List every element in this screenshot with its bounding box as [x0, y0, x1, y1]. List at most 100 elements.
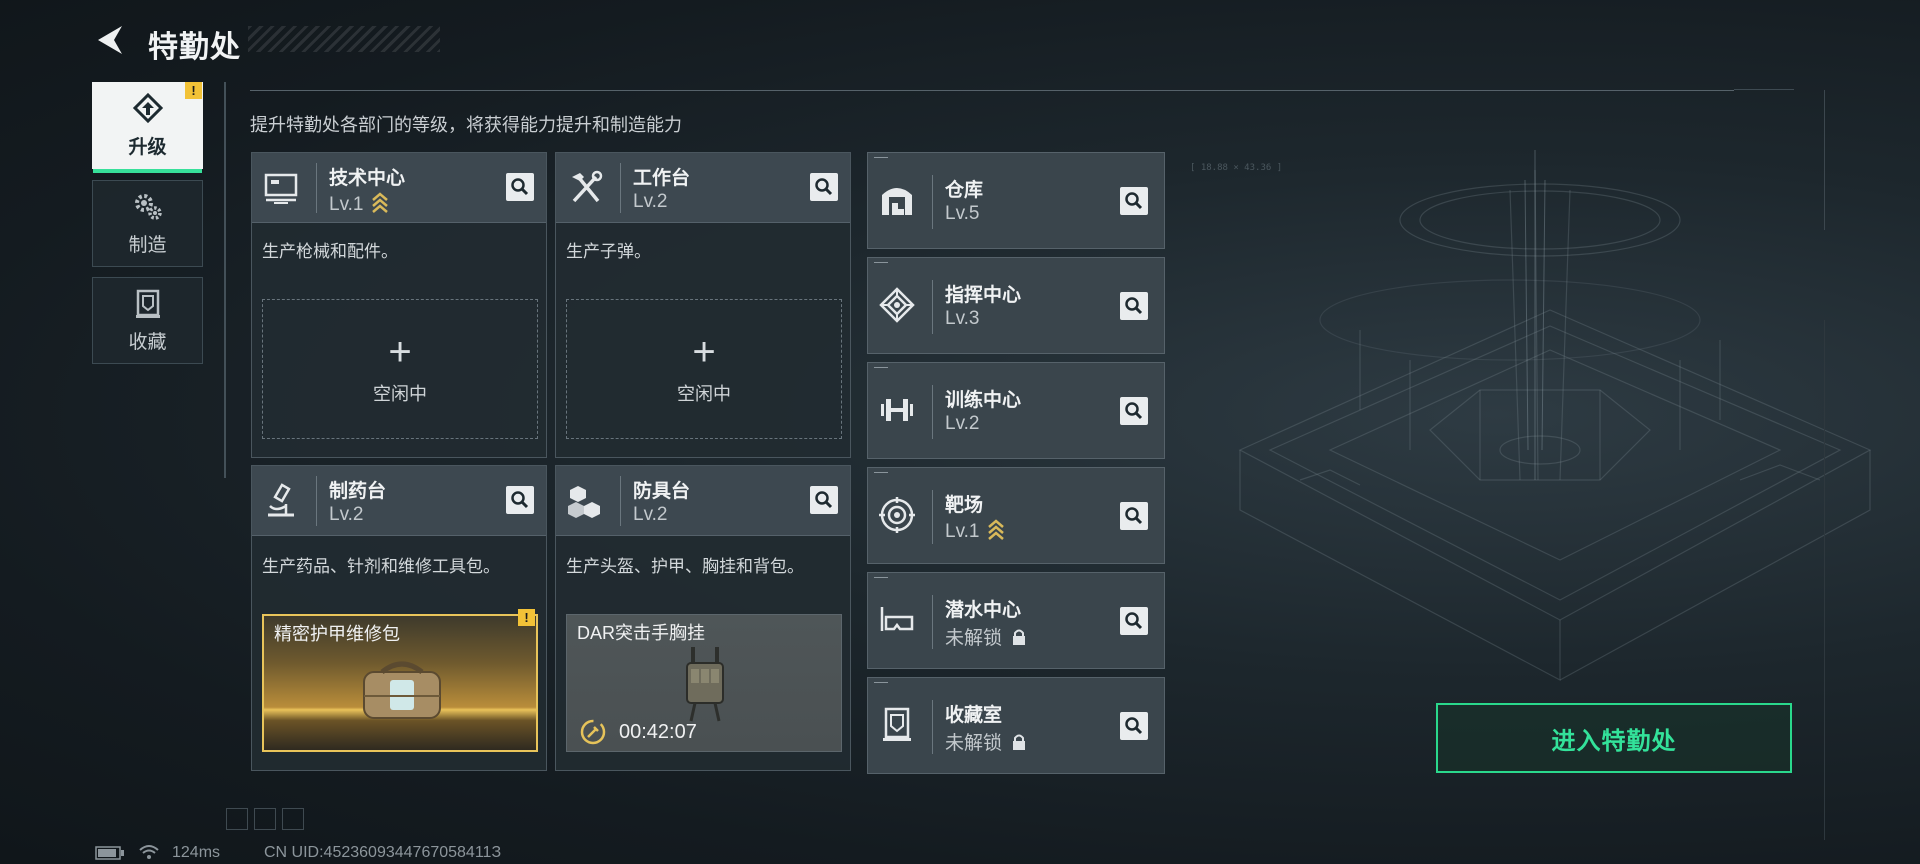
facility-info-button[interactable]: [1120, 712, 1148, 740]
search-icon: [1125, 402, 1143, 420]
deco-right-rail: [1824, 90, 1825, 230]
building-card-workbench: 工作台 Lv.2 生产子弹。 + 空闲中: [555, 152, 851, 458]
production-slot-complete[interactable]: 精密护甲维修包: [262, 614, 538, 752]
building-info-button[interactable]: [810, 486, 838, 514]
collection-icon: [135, 289, 160, 318]
card-separator: [316, 163, 317, 213]
facility-card-warehouse[interactable]: 仓库 Lv.5: [867, 152, 1165, 249]
lock-status-text: 未解锁: [945, 628, 1003, 649]
production-slot-empty[interactable]: + 空闲中: [566, 299, 842, 439]
facility-level: Lv.2: [945, 413, 980, 434]
nav-label: 升级: [128, 137, 167, 158]
building-level: Lv.2: [633, 191, 668, 212]
title-decoration: [248, 26, 440, 52]
gears-icon: [134, 194, 162, 220]
divider-vertical: [224, 82, 226, 478]
back-button[interactable]: [92, 20, 132, 60]
card-separator: [316, 476, 317, 526]
search-icon: [1125, 297, 1143, 315]
computer-icon: [264, 173, 298, 204]
building-info-button[interactable]: [810, 173, 838, 201]
building-name: 防具台: [633, 481, 691, 502]
deco-right-rail-lower: [1824, 320, 1825, 840]
facility-card-shooting-range[interactable]: 靶场 Lv.1: [867, 467, 1165, 564]
card-corner-tick: [874, 157, 888, 158]
nav-tab-collection[interactable]: 收藏: [92, 277, 203, 364]
hammer-wrench-icon: [572, 170, 603, 203]
building-level: Lv.2: [329, 504, 364, 525]
card-separator: [620, 476, 621, 526]
facility-name: 仓库: [945, 180, 984, 201]
facility-info-button[interactable]: [1120, 397, 1148, 425]
level-text: Lv.1: [945, 521, 980, 542]
crafting-timer-icon: [580, 719, 606, 745]
facility-level: 未解锁: [945, 728, 1027, 755]
card-header: 技术中心 Lv.1: [252, 153, 546, 223]
target-icon: [879, 497, 915, 533]
facility-level: 未解锁: [945, 623, 1027, 650]
lock-status-text: 未解锁: [945, 733, 1003, 754]
divider-horizontal: [250, 90, 1734, 91]
card-separator: [932, 595, 933, 649]
production-slot-in-progress[interactable]: DAR突击手胸挂 00:42:07: [566, 614, 842, 752]
facility-card-training-center[interactable]: 训练中心 Lv.2: [867, 362, 1165, 459]
base-wireframe-illustration: [1238, 150, 1872, 681]
facility-info-button[interactable]: [1120, 502, 1148, 530]
slot-status: 空闲中: [677, 384, 731, 404]
production-slot-empty[interactable]: + 空闲中: [262, 299, 538, 439]
lock-icon: [1013, 629, 1026, 645]
dumbbell-icon: [881, 399, 913, 421]
search-icon: [815, 178, 833, 196]
chest-rig-image: [686, 647, 724, 722]
building-info-button[interactable]: [506, 173, 534, 201]
search-icon: [1125, 507, 1143, 525]
facility-card-collection-room[interactable]: 收藏室 未解锁: [867, 677, 1165, 774]
back-arrow-icon: [98, 26, 122, 54]
card-header: 工作台 Lv.2: [556, 153, 850, 223]
building-description: 生产枪械和配件。: [262, 242, 398, 261]
facility-card-command-center[interactable]: 指挥中心 Lv.3: [867, 257, 1165, 354]
card-header: 防具台 Lv.2: [556, 466, 850, 536]
nav-label: 制造: [128, 235, 167, 256]
facility-card-diving-center[interactable]: 潜水中心 未解锁: [867, 572, 1165, 669]
search-icon: [1125, 192, 1143, 210]
facility-level: Lv.5: [945, 203, 980, 224]
item-name: DAR突击手胸挂: [577, 623, 706, 643]
building-description: 生产头盔、护甲、胸挂和背包。: [566, 557, 804, 576]
card-header: 制药台 Lv.2: [252, 466, 546, 536]
lock-icon: [1013, 734, 1026, 750]
facility-level: Lv.1: [945, 518, 1005, 543]
nav-tab-crafting[interactable]: 制造: [92, 180, 203, 267]
facility-name: 靶场: [945, 495, 984, 516]
building-info-button[interactable]: [506, 486, 534, 514]
building-name: 工作台: [633, 168, 691, 189]
crafting-countdown: 00:42:07: [619, 721, 697, 743]
facility-info-button[interactable]: [1120, 187, 1148, 215]
building-level: Lv.2: [633, 504, 668, 525]
card-separator: [932, 490, 933, 544]
item-name: 精密护甲维修包: [274, 624, 400, 644]
card-separator: [932, 700, 933, 754]
facility-info-button[interactable]: [1120, 607, 1148, 635]
search-icon: [1125, 717, 1143, 735]
search-icon: [511, 178, 529, 196]
upgrade-available-icon: [371, 192, 388, 213]
add-icon: +: [388, 330, 412, 374]
facility-info-button[interactable]: [1120, 292, 1148, 320]
facility-name: 训练中心: [945, 390, 1022, 411]
add-icon: +: [692, 330, 716, 374]
facility-name: 指挥中心: [945, 285, 1022, 306]
enter-operations-button[interactable]: 进入特勤处: [1436, 703, 1792, 773]
card-separator: [620, 163, 621, 213]
card-corner-tick: [874, 367, 888, 368]
building-name: 技术中心: [329, 168, 406, 189]
level-text: Lv.1: [329, 194, 364, 215]
ping-readout: 124ms: [172, 844, 221, 861]
nav-label: 收藏: [128, 332, 167, 353]
card-corner-tick: [874, 682, 888, 683]
card-corner-tick: [874, 577, 888, 578]
page-title: 特勤处: [148, 31, 241, 64]
building-name: 制药台: [329, 481, 387, 502]
search-icon: [511, 491, 529, 509]
upgrade-icon: [132, 92, 163, 124]
